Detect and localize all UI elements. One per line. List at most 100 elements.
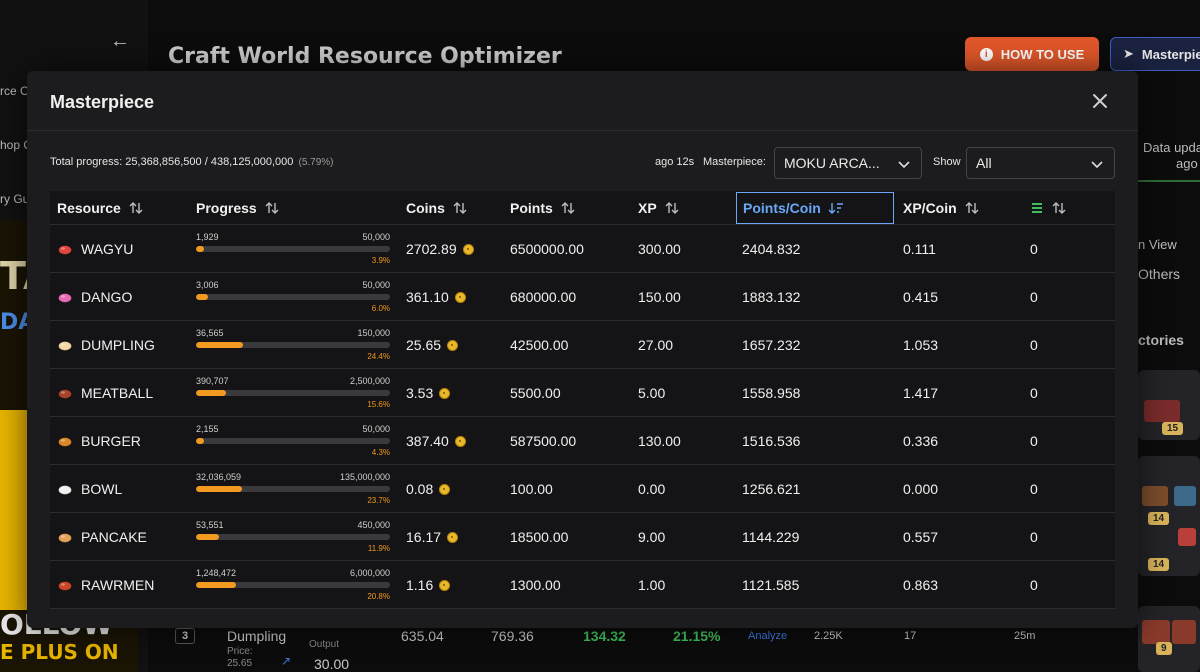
progress-max: 135,000,000: [339, 472, 390, 482]
progress-bar-fill: [196, 486, 242, 492]
back-arrow-icon[interactable]: ←: [110, 30, 130, 53]
coins-cell: 1.16: [406, 561, 451, 609]
table-row[interactable]: DANGO 3,006 50,000 6.0% 361.10 680000.00 150.0…: [50, 273, 1115, 321]
factory-tile[interactable]: 9: [1138, 606, 1200, 672]
coin-icon: [439, 387, 451, 399]
data-updated-text: Data upda: [1143, 140, 1200, 155]
factory-badge: 15: [1162, 422, 1184, 435]
coin-icon: [447, 339, 459, 351]
points-cell: 5500.00: [510, 369, 561, 417]
column-header-resource[interactable]: Resource: [57, 191, 144, 225]
resource-cell: PANCAKE: [57, 513, 147, 561]
analyze-link[interactable]: Analyze: [748, 630, 787, 642]
how-to-use-button[interactable]: i HOW TO USE: [965, 37, 1099, 71]
promo-text: E PLUS ON: [0, 640, 119, 664]
xp-per-coin-cell-value: 0.863: [903, 577, 939, 593]
coin-icon: [454, 435, 466, 447]
row-value: 21.15%: [673, 628, 721, 644]
coins-cell: 25.65: [406, 321, 459, 369]
stack-count-cell: 0: [1030, 369, 1038, 417]
factories-heading: ctories: [1138, 332, 1184, 348]
progress-max: 150,000: [357, 328, 390, 338]
resource-name: Dumpling: [227, 628, 287, 644]
progress-max: 50,000: [362, 232, 390, 242]
row-value: 25m: [1014, 630, 1036, 642]
column-header-xp[interactable]: XP: [638, 191, 680, 225]
coins-cell: 16.17: [406, 513, 459, 561]
table-row[interactable]: RAWRMEN 1,248,472 6,000,000 20.8% 1.16 1300.0…: [50, 561, 1115, 609]
resource-cell: MEATBALL: [57, 369, 153, 417]
wagyu-icon: [57, 241, 73, 257]
chart-icon[interactable]: ↗: [281, 654, 291, 668]
xp-per-coin-cell: 0.336: [903, 417, 938, 465]
rank-badge: 3: [175, 628, 196, 644]
points-per-coin-cell-value: 1883.132: [742, 289, 801, 305]
column-header-progress[interactable]: Progress: [196, 191, 280, 225]
xp-per-coin-cell-value: 0.415: [903, 289, 939, 305]
factory-tile[interactable]: 14 14: [1138, 456, 1200, 576]
column-header-points[interactable]: Points: [510, 191, 576, 225]
progress-percent: 20.8%: [367, 592, 390, 601]
sort-icon: [1052, 202, 1066, 214]
xp-cell-value: 27.00: [638, 337, 674, 353]
coins-cell-value: 25.65: [406, 337, 442, 353]
coins-cell: 361.10: [406, 273, 466, 321]
coin-icon: [454, 291, 466, 303]
coins-cell-value: 2702.89: [406, 241, 457, 257]
rocket-icon: ➤: [1123, 46, 1134, 61]
sort-icon: [665, 202, 679, 214]
table-row[interactable]: MEATBALL 390,707 2,500,000 15.6% 3.53 5500.00…: [50, 369, 1115, 417]
progress-max: 50,000: [362, 424, 390, 434]
column-header-xp-per-coin[interactable]: XP/Coin: [903, 191, 980, 225]
others-tab[interactable]: Others: [1138, 266, 1180, 282]
masterpiece-modal: Masterpiece Total progress: 25,368,856,5…: [27, 71, 1138, 628]
masterpiece-button-label: Masterpie: [1141, 46, 1200, 62]
xp-cell-value: 1.00: [638, 577, 666, 593]
stack-count-cell-value: 0: [1030, 433, 1038, 449]
points-per-coin-cell-value: 1657.232: [742, 337, 801, 353]
column-label: XP/Coin: [903, 200, 957, 216]
progress-bar: [196, 294, 390, 300]
stack-count-cell: 0: [1030, 417, 1038, 465]
progress-cell: 1,929 50,000 3.9%: [196, 232, 390, 268]
row-value: 134.32: [583, 628, 626, 644]
column-header-coins[interactable]: Coins: [406, 191, 468, 225]
progress-max: 50,000: [362, 280, 390, 290]
coins-cell: 3.53: [406, 369, 451, 417]
resource-name: PANCAKE: [81, 529, 147, 545]
progress-cell: 2,155 50,000 4.3%: [196, 424, 390, 460]
masterpiece-select[interactable]: MOKU ARCA...: [774, 147, 922, 179]
coins-cell: 2702.89: [406, 225, 474, 273]
show-select[interactable]: All: [966, 147, 1115, 179]
points-cell: 100.00: [510, 465, 553, 513]
chevron-down-icon: [1091, 161, 1103, 169]
points-cell-value: 5500.00: [510, 385, 561, 401]
column-header-stack[interactable]: [1030, 191, 1067, 225]
table-row[interactable]: PANCAKE 53,551 450,000 11.9% 16.17 18500.00 9.…: [50, 513, 1115, 561]
masterpiece-label: Masterpiece:: [703, 156, 766, 168]
stack-count-cell-value: 0: [1030, 529, 1038, 545]
xp-per-coin-cell: 1.417: [903, 369, 938, 417]
table-row[interactable]: BOWL 32,036,059 135,000,000 23.7% 0.08 100.00…: [50, 465, 1115, 513]
progress-max: 6,000,000: [349, 568, 390, 578]
chevron-down-icon: [898, 161, 910, 169]
progress-cell: 390,707 2,500,000 15.6%: [196, 376, 390, 412]
factory-tile[interactable]: 15: [1138, 370, 1200, 440]
close-button[interactable]: [1090, 91, 1110, 111]
show-select-value: All: [976, 155, 992, 171]
table-row[interactable]: DUMPLING 36,565 150,000 24.4% 25.65 42500.00 2…: [50, 321, 1115, 369]
coin-icon: [439, 579, 451, 591]
stack-count-cell: 0: [1030, 513, 1038, 561]
points-per-coin-cell: 1121.585: [742, 561, 799, 609]
column-header-points-per-coin[interactable]: Points/Coin: [736, 192, 894, 224]
view-toggle[interactable]: n View: [1138, 237, 1177, 252]
progress-current: 36,565: [196, 328, 224, 338]
table-row[interactable]: BURGER 2,155 50,000 4.3% 387.40 587500.00 130.…: [50, 417, 1115, 465]
progress-percent: 24.4%: [367, 352, 390, 361]
masterpiece-button[interactable]: ➤ Masterpie: [1110, 37, 1200, 71]
coins-cell: 387.40: [406, 417, 466, 465]
progress-bar: [196, 534, 390, 540]
progress-current: 1,248,472: [196, 568, 237, 578]
xp-cell: 130.00: [638, 417, 681, 465]
table-row[interactable]: WAGYU 1,929 50,000 3.9% 2702.89 6500000.00 300…: [50, 225, 1115, 273]
